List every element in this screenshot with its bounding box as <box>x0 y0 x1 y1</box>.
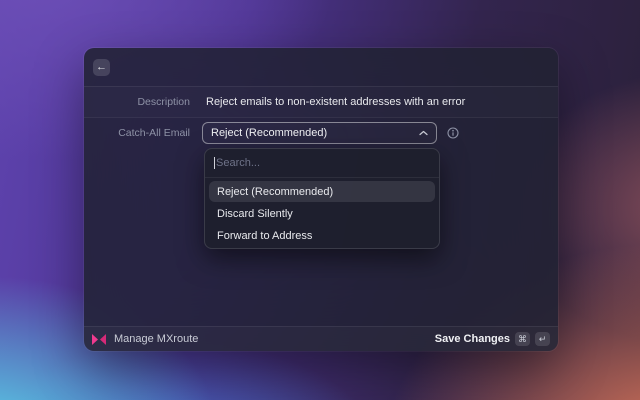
catch-all-select[interactable]: Reject (Recommended) <box>202 122 437 144</box>
arrow-left-icon: ← <box>96 62 107 73</box>
selected-option-value: Reject (Recommended) <box>211 127 419 139</box>
dropdown-option-forward[interactable]: Forward to Address <box>209 225 435 246</box>
catch-all-row: Catch-All Email Reject (Recommended) <box>84 117 558 149</box>
back-button[interactable]: ← <box>93 59 110 76</box>
info-icon[interactable] <box>447 127 459 139</box>
description-label: Description <box>84 96 190 108</box>
description-row: Description Reject emails to non-existen… <box>84 86 558 117</box>
app-name: Manage MXroute <box>114 333 198 345</box>
search-divider <box>205 177 439 178</box>
search-input[interactable] <box>205 149 439 177</box>
dropdown-search <box>205 149 439 177</box>
footer-bar: Manage MXroute Save Changes ⌘ ↵ <box>84 326 558 351</box>
catch-all-label: Catch-All Email <box>84 127 190 139</box>
command-key-icon: ⌘ <box>515 332 530 346</box>
return-key-icon: ↵ <box>535 332 550 346</box>
dropdown-option-reject[interactable]: Reject (Recommended) <box>209 181 435 202</box>
dropdown-panel: Reject (Recommended) Discard Silently Fo… <box>204 148 440 249</box>
text-caret <box>214 157 215 169</box>
mxroute-logo-icon <box>92 334 106 345</box>
dropdown-option-discard[interactable]: Discard Silently <box>209 203 435 224</box>
dropdown-options: Reject (Recommended) Discard Silently Fo… <box>209 181 435 247</box>
save-changes-button[interactable]: Save Changes <box>435 333 510 345</box>
app-window: ← Description Reject emails to non-exist… <box>84 48 558 351</box>
chevron-up-icon <box>419 130 428 136</box>
description-value: Reject emails to non-existent addresses … <box>206 96 465 108</box>
window-header: ← <box>84 48 558 86</box>
